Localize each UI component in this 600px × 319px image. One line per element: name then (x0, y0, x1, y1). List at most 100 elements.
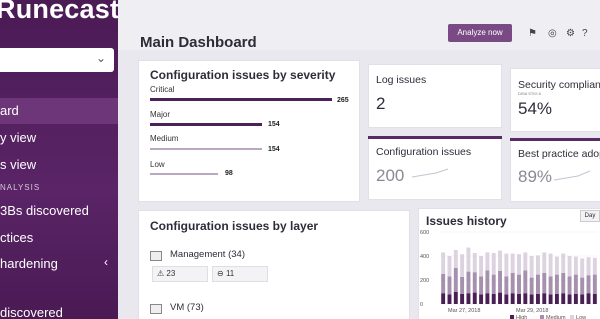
notification-icon[interactable]: ◎ (548, 28, 557, 39)
bar-segment-low[interactable] (586, 257, 591, 276)
bar-segment-low[interactable] (592, 257, 597, 275)
bar-segment-low[interactable] (504, 253, 509, 277)
expand-arrow-icon[interactable]: ‹ (104, 255, 108, 269)
bar-segment-high[interactable] (510, 293, 515, 304)
history-range-dropdown[interactable]: Day (580, 210, 600, 222)
bar-segment-high[interactable] (554, 293, 559, 304)
bar-segment-low[interactable] (485, 252, 490, 271)
bar-segment-medium[interactable] (479, 276, 484, 295)
bar-segment-low[interactable] (573, 256, 578, 275)
bar-segment-low[interactable] (567, 256, 572, 277)
bar-segment-medium[interactable] (542, 272, 547, 294)
bar-segment-low[interactable] (523, 252, 528, 271)
bar-segment-medium[interactable] (592, 274, 597, 294)
bar-segment-high[interactable] (542, 293, 547, 304)
bar-segment-medium[interactable] (586, 275, 591, 294)
bar-segment-high[interactable] (548, 294, 553, 304)
bar-segment-medium[interactable] (510, 272, 515, 294)
bar-segment-low[interactable] (479, 256, 484, 277)
bar-segment-high[interactable] (561, 293, 566, 304)
bar-segment-medium[interactable] (561, 272, 566, 294)
bar-segment-low[interactable] (466, 247, 471, 272)
bar-segment-low[interactable] (472, 253, 477, 273)
bar-segment-medium[interactable] (517, 274, 521, 294)
bar-segment-medium[interactable] (523, 270, 528, 294)
sidebar-item-issues-view[interactable]: s view (0, 157, 36, 172)
bar-segment-high[interactable] (441, 293, 446, 304)
bar-segment-high[interactable] (529, 294, 534, 304)
bar-segment-low[interactable] (529, 256, 534, 278)
legend-label[interactable]: High (516, 315, 527, 319)
analyze-now-button[interactable]: Analyze now (448, 24, 512, 42)
bar-segment-medium[interactable] (472, 272, 477, 293)
bar-segment-high[interactable] (504, 294, 509, 304)
layer-label-management[interactable]: Management (34) (170, 249, 245, 260)
bar-segment-high[interactable] (466, 293, 471, 304)
bar-segment-low[interactable] (517, 254, 521, 275)
bar-segment-high[interactable] (491, 293, 496, 304)
bar-segment-medium[interactable] (580, 277, 585, 295)
filter-icon[interactable]: ⚑ (528, 28, 537, 39)
bar-segment-medium[interactable] (460, 277, 465, 294)
bar-segment-low[interactable] (554, 256, 559, 275)
legend-label[interactable]: Low (576, 315, 586, 319)
bar-segment-medium[interactable] (504, 276, 509, 295)
sidebar-item-best-practices[interactable]: ctices (0, 230, 33, 245)
bar-segment-low[interactable] (510, 253, 515, 273)
bar-segment-medium[interactable] (498, 271, 502, 293)
bar-segment-low[interactable] (460, 254, 465, 277)
bar-segment-high[interactable] (567, 294, 572, 304)
bar-segment-low[interactable] (542, 252, 547, 273)
bar-segment-low[interactable] (441, 252, 446, 274)
bar-segment-high[interactable] (517, 293, 521, 304)
bar-segment-low[interactable] (536, 255, 540, 275)
bar-segment-medium[interactable] (554, 274, 559, 294)
bar-segment-high[interactable] (580, 294, 585, 304)
bar-segment-medium[interactable] (529, 277, 534, 295)
sidebar-section-analysis: NALYSIS (0, 183, 41, 192)
sidebar-item-dashboard[interactable]: ard (0, 98, 118, 124)
bar-segment-low[interactable] (548, 253, 553, 277)
bar-segment-medium[interactable] (441, 274, 446, 294)
bar-segment-low[interactable] (447, 256, 452, 277)
bar-segment-medium[interactable] (491, 274, 496, 294)
legend-label[interactable]: Medium (546, 315, 566, 319)
bar-segment-high[interactable] (573, 293, 578, 304)
bar-segment-high[interactable] (460, 293, 465, 304)
bar-segment-medium[interactable] (567, 276, 572, 295)
arrow-down-icon: ⊖ (217, 269, 224, 278)
bar-segment-medium[interactable] (548, 276, 553, 295)
sidebar-item-inventory-view[interactable]: y view (0, 130, 36, 145)
bar-segment-medium[interactable] (447, 276, 452, 295)
bar-segment-medium[interactable] (536, 274, 540, 294)
bar-segment-medium[interactable] (466, 271, 471, 294)
bar-segment-high[interactable] (453, 292, 458, 304)
sidebar-item-kbs-discovered[interactable]: 3Bs discovered (0, 203, 89, 218)
bar-segment-medium[interactable] (453, 268, 458, 292)
bar-segment-medium[interactable] (573, 274, 578, 294)
help-icon[interactable]: ? (582, 28, 588, 39)
bar-segment-low[interactable] (453, 250, 458, 268)
bar-segment-high[interactable] (472, 292, 477, 304)
management-warning-badge[interactable]: ⚠ 23 (152, 266, 208, 282)
bar-segment-low[interactable] (561, 253, 566, 273)
bar-segment-low[interactable] (491, 253, 496, 275)
bar-segment-high[interactable] (447, 294, 452, 304)
bar-segment-high[interactable] (536, 293, 540, 304)
management-down-badge[interactable]: ⊖ 11 (212, 266, 268, 282)
management-down-count: 11 (225, 269, 235, 278)
layer-label-vm[interactable]: VM (73) (170, 302, 204, 313)
bar-segment-low[interactable] (580, 258, 585, 278)
bar-segment-high[interactable] (479, 294, 484, 304)
vcenter-select[interactable]: ⌄ (0, 48, 114, 72)
bar-segment-high[interactable] (592, 293, 597, 304)
bar-segment-low[interactable] (498, 250, 502, 271)
bar-segment-high[interactable] (498, 292, 502, 304)
bar-segment-high[interactable] (485, 293, 490, 304)
sidebar-item-discovered[interactable]: discovered (0, 305, 63, 319)
sidebar-item-security-hardening[interactable]: hardening (0, 256, 58, 271)
bar-segment-high[interactable] (523, 293, 528, 304)
bar-segment-medium[interactable] (485, 270, 490, 294)
gear-icon[interactable]: ⚙ (566, 28, 575, 39)
bar-segment-high[interactable] (586, 293, 591, 304)
